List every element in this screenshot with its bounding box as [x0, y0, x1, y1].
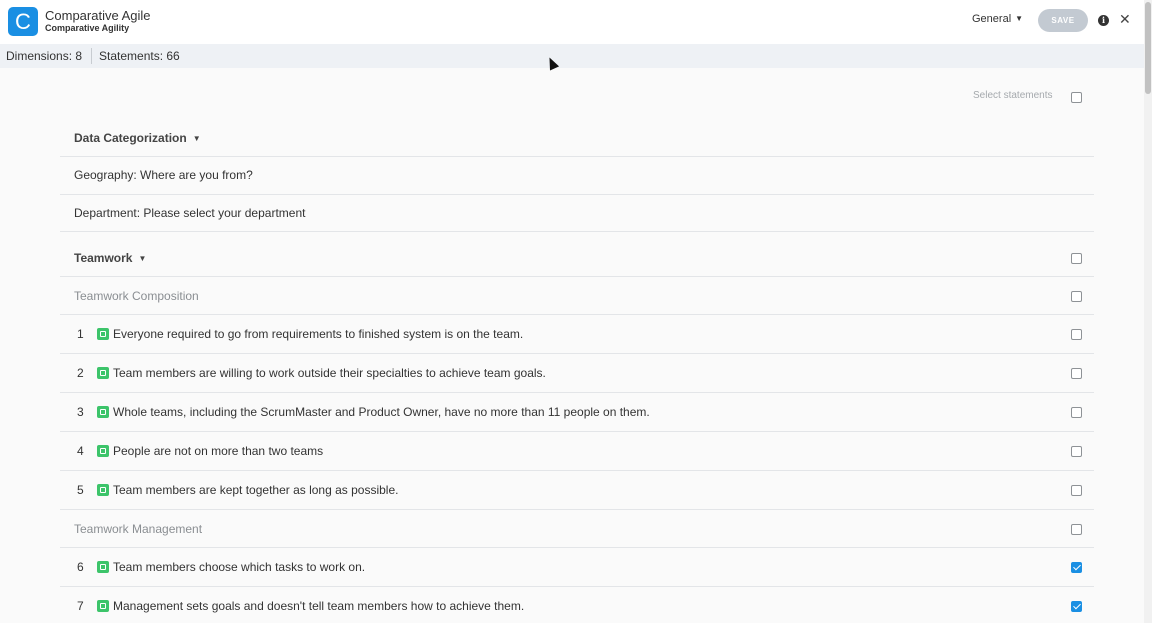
app-title: Comparative Agile: [45, 8, 151, 23]
list-item-geography[interactable]: Geography: Where are you from?: [60, 157, 1094, 195]
caret-down-icon: ▼: [1015, 14, 1024, 23]
edit-icon[interactable]: [97, 328, 109, 340]
app-logo: C: [8, 7, 38, 36]
scrollbar-thumb[interactable]: [1145, 2, 1151, 94]
list-item-department[interactable]: Department: Please select your departmen…: [60, 195, 1094, 232]
subsection-teamwork-composition[interactable]: Teamwork Composition: [60, 277, 1094, 315]
statements-count: Statements: 66: [99, 49, 180, 63]
general-dropdown-label: General: [972, 13, 1012, 25]
statement-text: Management sets goals and doesn't tell t…: [113, 599, 525, 613]
caret-down-icon: ▼: [192, 134, 201, 143]
statement-text: Everyone required to go from requirement…: [113, 327, 524, 341]
subsection-title: Teamwork Composition: [74, 289, 199, 303]
statement-number: 5: [77, 483, 84, 497]
edit-icon[interactable]: [97, 367, 109, 379]
statement-text: Team members are willing to work outside…: [113, 366, 546, 380]
statement-checkbox[interactable]: [1071, 601, 1082, 612]
statement-number: 7: [77, 599, 84, 613]
edit-icon[interactable]: [97, 561, 109, 573]
statement-number: 3: [77, 405, 84, 419]
composition-checkbox[interactable]: [1071, 291, 1082, 302]
statement-number: 4: [77, 444, 84, 458]
edit-icon[interactable]: [97, 484, 109, 496]
section-header-teamwork[interactable]: Teamwork ▼: [60, 232, 1094, 277]
statement-checkbox[interactable]: [1071, 407, 1082, 418]
general-dropdown[interactable]: General ▼: [972, 13, 1023, 25]
management-checkbox[interactable]: [1071, 524, 1082, 535]
edit-icon[interactable]: [97, 406, 109, 418]
statement-checkbox[interactable]: [1071, 368, 1082, 379]
save-button[interactable]: SAVE: [1038, 9, 1088, 32]
statement-row[interactable]: 2 Team members are willing to work outsi…: [60, 354, 1094, 393]
item-label: Department: Please select your departmen…: [74, 206, 306, 220]
edit-icon[interactable]: [97, 445, 109, 457]
select-statements-checkbox[interactable]: [1071, 92, 1082, 103]
item-label: Geography: Where are you from?: [74, 168, 253, 182]
statement-row[interactable]: 3 Whole teams, including the ScrumMaster…: [60, 393, 1094, 432]
statement-row[interactable]: 4 People are not on more than two teams: [60, 432, 1094, 471]
app-header: C Comparative Agile Comparative Agility …: [0, 0, 1144, 45]
caret-down-icon: ▼: [138, 254, 147, 263]
dimensions-count: Dimensions: 8: [6, 49, 83, 63]
statement-text: Team members are kept together as long a…: [113, 483, 399, 497]
statement-number: 2: [77, 366, 84, 380]
statement-text: Team members choose which tasks to work …: [113, 560, 366, 574]
statement-row[interactable]: 7 Management sets goals and doesn't tell…: [60, 587, 1094, 625]
section-title: Teamwork: [74, 251, 133, 265]
statement-number: 1: [77, 327, 84, 341]
statement-text: People are not on more than two teams: [113, 444, 324, 458]
subsection-title: Teamwork Management: [74, 522, 203, 536]
statements-panel: Select statements Data Categorization ▼ G…: [0, 68, 1144, 623]
stats-bar: Dimensions: 8 Statements: 66: [0, 44, 1144, 68]
statement-checkbox[interactable]: [1071, 446, 1082, 457]
statement-checkbox[interactable]: [1071, 329, 1082, 340]
edit-icon[interactable]: [97, 600, 109, 612]
close-icon[interactable]: ✕: [1119, 11, 1131, 28]
section-title: Data Categorization: [74, 131, 187, 145]
statement-row[interactable]: 5 Team members are kept together as long…: [60, 471, 1094, 510]
statement-row[interactable]: 1 Everyone required to go from requireme…: [60, 315, 1094, 354]
statement-checkbox[interactable]: [1071, 562, 1082, 573]
select-statements-label: Select statements: [973, 90, 1053, 101]
info-icon[interactable]: i: [1098, 15, 1109, 26]
section-header-data-categorization[interactable]: Data Categorization ▼: [60, 120, 1094, 157]
teamwork-checkbox[interactable]: [1071, 253, 1082, 264]
app-subtitle: Comparative Agility: [45, 23, 130, 33]
select-statements[interactable]: Select statements: [973, 90, 1082, 103]
statement-row[interactable]: 6 Team members choose which tasks to wor…: [60, 548, 1094, 587]
divider: [91, 48, 92, 64]
subsection-teamwork-management[interactable]: Teamwork Management: [60, 510, 1094, 548]
statement-checkbox[interactable]: [1071, 485, 1082, 496]
statement-number: 6: [77, 560, 84, 574]
statement-text: Whole teams, including the ScrumMaster a…: [113, 405, 650, 419]
